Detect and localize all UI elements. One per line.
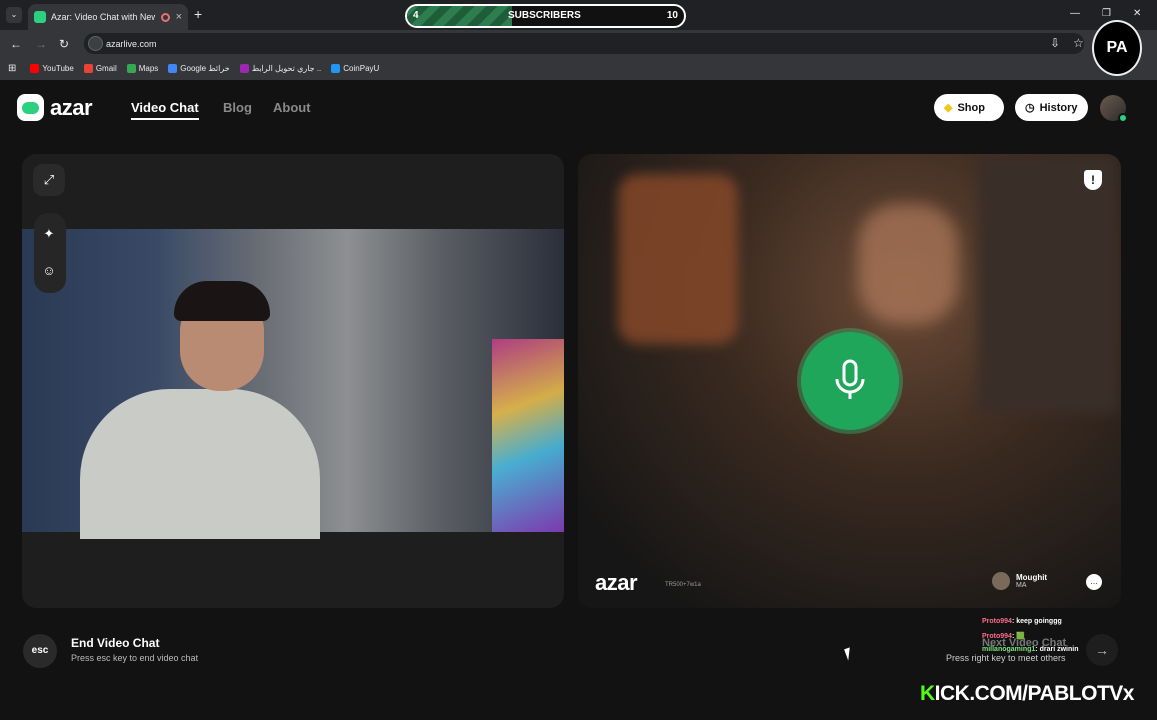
bookmark-favicon-icon [239,64,249,73]
chat-bubble-icon[interactable]: … [1086,574,1102,590]
subscriber-goal: 10 [666,10,678,21]
microphone-button[interactable] [801,332,899,430]
tab-close-icon[interactable]: × [176,11,182,23]
stream-chat-message: millanogaming1: drari zwinin [982,646,1079,653]
bookmark-item[interactable]: Google خرائط [168,64,230,73]
mouse-cursor-icon [844,647,854,661]
bookmark-star-icon[interactable]: ☆ [1073,36,1084,50]
azar-favicon-icon [34,11,46,23]
subscriber-goal-bar: 4 SUBSCRIBERS 10 [405,4,686,28]
next-chat-hint: Press right key to meet others [946,653,1066,663]
bookmark-favicon-icon [331,64,341,73]
end-chat-hint: Press esc key to end video chat [71,653,199,663]
partner-video-panel: ! azar TR500+7w1a Moughit MA … [578,154,1121,608]
browser-tab[interactable]: Azar: Video Chat with New × [28,4,188,30]
bookmark-label: CoinPayU [343,64,380,73]
bookmark-label: Google خرائط [180,64,230,73]
shop-label: Shop [957,101,985,114]
nav-video-chat[interactable]: Video Chat [131,100,199,120]
history-label: History [1039,101,1078,114]
user-body [80,389,320,539]
rgb-pc-case [492,339,564,532]
brand-name: azar [50,94,93,120]
bookmark-label: جاري تحويل الرابط .. [251,64,322,73]
tab-search-button[interactable]: ⌄ [6,7,22,23]
nav-about[interactable]: About [273,100,311,115]
recording-icon [160,12,170,22]
install-app-icon[interactable]: ⇩ [1050,36,1060,50]
magic-wand-icon[interactable]: ✦ [33,218,65,250]
partner-country: MA [1016,582,1027,589]
gem-icon: ◆ [944,102,953,114]
tab-title: Azar: Video Chat with New [51,12,155,22]
user-avatar[interactable] [1100,95,1128,123]
site-info-icon[interactable] [88,36,103,51]
kick-channel-banner: KICK.COM/PABLOTVx [920,682,1134,705]
expand-icon[interactable]: ⤢ [33,164,65,196]
stream-chat-message: Proto994: keep goinggg [982,618,1062,625]
report-shield-icon[interactable]: ! [1084,170,1102,190]
azar-logo[interactable]: azar [17,94,93,121]
clock-icon: ◷ [1025,102,1035,114]
bookmark-item[interactable]: Gmail [83,64,117,73]
bookmarks-bar: ⊞ YouTube Gmail Maps Google خرائط جاري تحويل… [0,57,1157,80]
reload-icon[interactable]: ↻ [59,37,69,51]
apps-grid-icon[interactable]: ⊞ [8,63,16,74]
blurred-background-1 [618,174,738,344]
history-button[interactable]: ◷ History [1015,94,1088,121]
bookmark-item[interactable]: Maps [126,64,159,73]
minimize-icon[interactable]: — [1070,8,1080,19]
self-camera-feed [22,229,564,539]
url-text: azarlive.com [106,38,157,49]
shop-button[interactable]: ◆ Shop [934,94,1004,121]
bookmark-label: Maps [138,64,159,73]
microphone-icon [835,359,865,399]
bookmark-item[interactable]: CoinPayU [331,64,379,73]
bookmark-item[interactable]: YouTube [30,64,74,73]
bookmark-label: Gmail [95,64,117,73]
end-chat-button[interactable]: esc [23,634,57,668]
self-video-panel [22,154,564,608]
partner-avatar [992,572,1010,590]
subscriber-count: 4 [413,10,419,21]
blurred-background-2 [858,204,958,324]
bookmark-label: YouTube [42,64,74,73]
sticker-face-icon[interactable]: ☺ [33,254,65,286]
nav-blog[interactable]: Blog [223,100,252,115]
close-window-icon[interactable]: ✕ [1133,8,1141,19]
stream-chat-message: Proto994: 🟩 [982,633,1025,640]
subscriber-goal-fill [407,6,513,26]
end-chat-title: End Video Chat [71,636,160,650]
streamer-logo: PA [1092,20,1142,76]
address-bar[interactable]: azarlive.com [84,33,1084,54]
bookmark-favicon-icon [126,64,136,73]
forward-icon[interactable]: → [35,37,47,51]
bookmark-favicon-icon [168,64,178,73]
online-status-dot [1118,113,1128,123]
maximize-icon[interactable]: ❐ [1102,8,1111,19]
partner-name: Moughit [1016,573,1048,582]
next-chat-button[interactable]: → [1086,634,1118,666]
partner-info[interactable]: Moughit MA [992,572,1047,590]
user-hair [174,281,270,321]
bookmark-item[interactable]: جاري تحويل الرابط .. [239,64,322,73]
blurred-background-3 [978,154,1118,414]
back-icon[interactable]: ← [10,37,22,51]
subscriber-label: SUBSCRIBERS [508,10,581,21]
bookmark-favicon-icon [83,64,93,73]
new-tab-button[interactable]: + [194,6,202,22]
azar-watermark: azar [595,570,638,595]
azar-logo-icon [17,94,44,121]
partner-id: TR500+7w1a [665,582,701,588]
bookmark-favicon-icon [30,64,40,73]
